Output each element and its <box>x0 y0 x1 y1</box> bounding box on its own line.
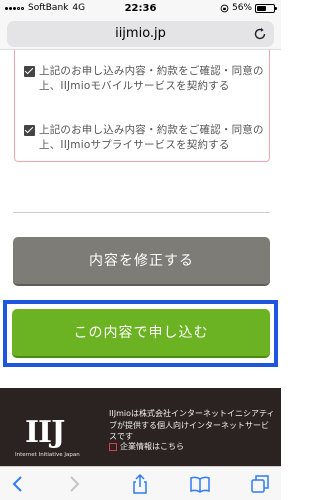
agreement-supply-checkbox[interactable] <box>24 125 35 136</box>
edit-button[interactable]: 内容を修正する <box>13 237 270 286</box>
forward-icon[interactable] <box>64 474 84 494</box>
tabs-icon[interactable] <box>250 474 270 494</box>
external-link-icon <box>109 442 117 451</box>
submit-button[interactable]: この内容で申し込む <box>12 309 270 358</box>
status-right: 56% <box>220 3 277 13</box>
browser-toolbar <box>0 466 281 500</box>
logo-subtitle: Internet Initiative Japan <box>15 452 80 458</box>
company-info-label[interactable]: 企業情報はこちら <box>120 441 184 452</box>
iij-logo[interactable]: IIJ Internet Initiative Japan <box>15 415 87 461</box>
battery-fill <box>257 5 266 11</box>
footer-description: IIJmioは株式会社インターネットイニシアティブが提供する個人向けインターネッ… <box>109 409 275 441</box>
battery-icon <box>255 3 277 13</box>
back-icon[interactable] <box>8 474 28 494</box>
address-bar-area: iijmio.jp <box>0 18 281 50</box>
url-text[interactable]: iijmio.jp <box>7 26 274 41</box>
share-icon[interactable] <box>130 474 150 494</box>
agreement-mobile-checkbox[interactable] <box>24 66 35 77</box>
agreement-mobile-label[interactable]: 上記のお申し込み内容・約款をご確認・同意の上、IIJmioモバイルサービスを契約… <box>39 64 264 94</box>
footer: IIJ Internet Initiative Japan IIJmioは株式会… <box>0 388 281 466</box>
address-bar[interactable]: iijmio.jp <box>7 21 274 47</box>
battery-percent: 56% <box>231 3 252 13</box>
divider <box>13 212 270 213</box>
orientation-lock-icon <box>220 4 229 12</box>
company-info-link[interactable]: 企業情報はこちら <box>109 441 184 452</box>
agreement-supply[interactable]: 上記のお申し込み内容・約款をご確認・同意の上、IIJmioサプライサービスを契約… <box>24 123 264 153</box>
reload-icon[interactable] <box>252 26 268 42</box>
logo-text: IIJ <box>25 415 65 450</box>
bookmarks-icon[interactable] <box>190 474 210 494</box>
agreement-mobile[interactable]: 上記のお申し込み内容・約款をご確認・同意の上、IIJmioモバイルサービスを契約… <box>24 64 264 94</box>
status-bar: SoftBank 4G 22:36 56% <box>0 0 281 18</box>
agreement-box: 上記のお申し込み内容・約款をご確認・同意の上、IIJmioモバイルサービスを契約… <box>14 50 270 162</box>
agreement-supply-label[interactable]: 上記のお申し込み内容・約款をご確認・同意の上、IIJmioサプライサービスを契約… <box>39 123 264 153</box>
